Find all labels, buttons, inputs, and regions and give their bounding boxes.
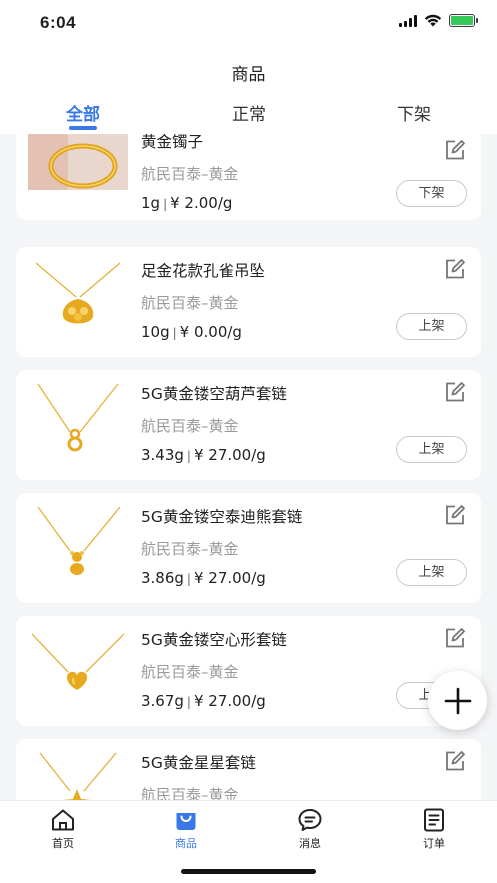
list-button[interactable]: 上架 — [396, 436, 467, 463]
product-card[interactable]: 5G黄金镂空泰迪熊套链 航民百泰–黄金 3.86g | ¥ 27.00/g 上架 — [16, 493, 481, 603]
product-card[interactable]: 5G黄金星星套链 航民百泰–黄金 — [16, 739, 481, 800]
product-image-bracelet — [28, 134, 128, 190]
home-indicator — [181, 869, 316, 874]
page-title: 商品 — [231, 65, 266, 85]
nav-label-products: 商品 — [175, 837, 197, 850]
product-weight: 10g — [141, 323, 170, 341]
battery-charging-icon — [449, 14, 478, 27]
order-icon — [424, 808, 444, 832]
edit-icon[interactable] — [443, 380, 467, 404]
nav-header: 商品 全部 正常 下架 — [0, 46, 497, 134]
product-spec: 1g | ¥ 2.00/g — [141, 194, 233, 212]
edit-icon[interactable] — [443, 503, 467, 527]
tab-all[interactable]: 全部 — [23, 100, 143, 125]
product-price: ¥ 2.00/g — [170, 194, 233, 212]
product-price: ¥ 27.00/g — [193, 446, 266, 464]
nav-item-home[interactable]: 首页 — [28, 807, 98, 851]
nav-label-messages: 消息 — [299, 837, 321, 850]
nav-item-orders[interactable]: 订单 — [399, 807, 469, 851]
product-shop: 航民百泰–黄金 — [141, 165, 239, 183]
product-name: 5G黄金镂空心形套链 — [141, 631, 287, 649]
status-icons — [399, 14, 478, 27]
product-name: 足金花款孔雀吊坠 — [141, 262, 266, 280]
product-image-heart — [28, 628, 128, 708]
edit-icon[interactable] — [443, 138, 467, 162]
wifi-icon — [424, 14, 442, 27]
cellular-signal-icon — [399, 14, 417, 27]
product-shop: 航民百泰–黄金 — [141, 786, 239, 800]
product-weight: 1g — [141, 194, 161, 212]
product-name: 5G黄金镂空泰迪熊套链 — [141, 508, 303, 526]
product-image-star — [28, 751, 128, 800]
product-weight: 3.86g — [141, 569, 184, 587]
product-price: ¥ 0.00/g — [179, 323, 242, 341]
product-shop: 航民百泰–黄金 — [141, 540, 239, 558]
list-button[interactable]: 上架 — [396, 313, 467, 340]
product-card[interactable]: 黄金镯子 航民百泰–黄金 1g | ¥ 2.00/g 下架 — [16, 134, 481, 220]
status-bar: 6:04 — [0, 0, 497, 46]
active-tab-indicator — [69, 126, 97, 130]
edit-icon[interactable] — [443, 257, 467, 281]
delist-button[interactable]: 下架 — [396, 180, 467, 207]
product-name: 5G黄金镂空葫芦套链 — [141, 385, 287, 403]
product-spec: 10g | ¥ 0.00/g — [141, 323, 242, 341]
product-weight: 3.67g — [141, 692, 184, 710]
product-list[interactable]: 黄金镯子 航民百泰–黄金 1g | ¥ 2.00/g 下架 足金花款孔雀吊坠 航民百… — [0, 134, 497, 800]
edit-icon[interactable] — [443, 626, 467, 650]
product-image-teddy-bear — [28, 505, 128, 585]
nav-item-products[interactable]: 商品 — [151, 807, 221, 851]
product-shop: 航民百泰–黄金 — [141, 417, 239, 435]
tab-normal[interactable]: 正常 — [189, 100, 309, 125]
product-image-gourd — [28, 382, 128, 462]
message-icon — [298, 809, 322, 831]
nav-label-home: 首页 — [52, 837, 74, 850]
nav-label-orders: 订单 — [423, 837, 445, 850]
shopping-bag-icon — [176, 813, 196, 830]
product-image-pendant — [28, 259, 128, 339]
edit-icon[interactable] — [443, 749, 467, 773]
product-spec: 3.86g | ¥ 27.00/g — [141, 569, 266, 587]
home-icon — [52, 809, 74, 831]
add-product-button[interactable] — [428, 671, 487, 730]
list-button[interactable]: 上架 — [396, 559, 467, 586]
product-card[interactable]: 5G黄金镂空葫芦套链 航民百泰–黄金 3.43g | ¥ 27.00/g 上架 — [16, 370, 481, 480]
plus-icon — [444, 687, 471, 714]
product-card[interactable]: 足金花款孔雀吊坠 航民百泰–黄金 10g | ¥ 0.00/g 上架 — [16, 247, 481, 357]
product-card[interactable]: 5G黄金镂空心形套链 航民百泰–黄金 3.67g|¥ 27.00/g 上架 — [16, 616, 481, 726]
product-price: ¥ 27.00/g — [193, 569, 266, 587]
product-spec: 3.43g | ¥ 27.00/g — [141, 446, 266, 464]
product-shop: 航民百泰–黄金 — [141, 294, 239, 312]
status-time: 6:04 — [40, 13, 77, 32]
product-price: ¥ 27.00/g — [193, 692, 266, 710]
nav-item-messages[interactable]: 消息 — [275, 807, 345, 851]
product-shop: 航民百泰–黄金 — [141, 663, 239, 681]
product-name: 5G黄金星星套链 — [141, 754, 256, 772]
product-name: 黄金镯子 — [141, 134, 204, 151]
product-spec: 3.67g | ¥ 27.00/g — [141, 692, 266, 710]
product-weight: 3.43g — [141, 446, 184, 464]
tab-delisted[interactable]: 下架 — [354, 100, 474, 125]
